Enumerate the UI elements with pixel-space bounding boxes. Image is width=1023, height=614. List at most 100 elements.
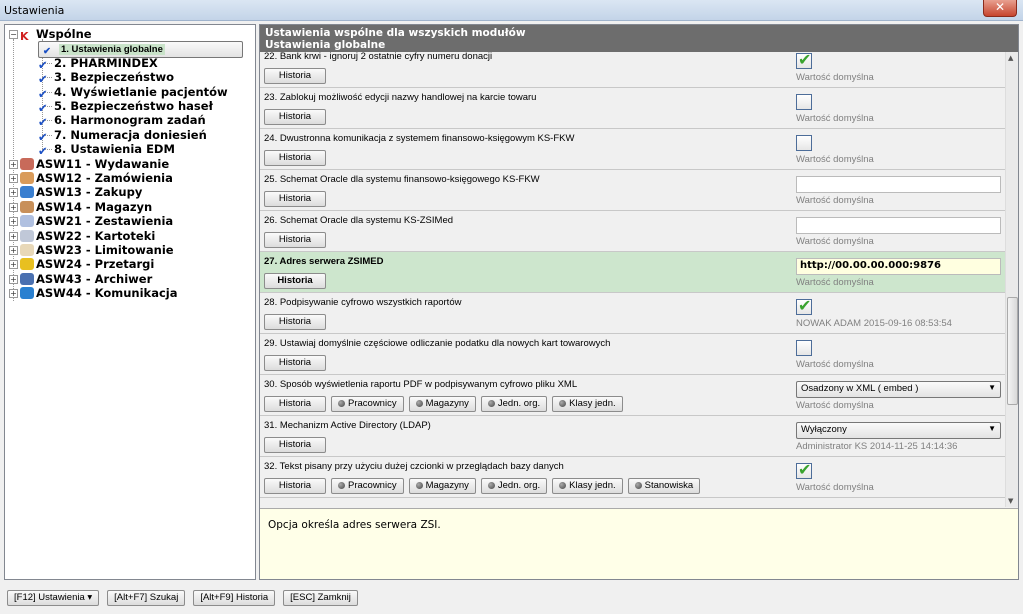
tree-node-module[interactable]: ASW14 - Magazyn <box>20 200 152 214</box>
tree-node-module[interactable]: ASW23 - Limitowanie <box>20 243 174 257</box>
setting-checkbox[interactable]: ✔ <box>796 52 812 69</box>
tree-node-module[interactable]: ASW22 - Kartoteki <box>20 229 155 243</box>
vertical-scrollbar[interactable]: ▲ ▼ <box>1005 52 1018 507</box>
history-button[interactable]: Historia <box>264 150 326 166</box>
tree-node-module[interactable]: ASW13 - Zakupy <box>20 185 142 199</box>
collapse-toggle[interactable]: − <box>9 30 18 39</box>
history-button[interactable]: Historia <box>264 232 326 248</box>
setting-row[interactable]: 31. Mechanizm Active Directory (LDAP) His… <box>260 416 1005 457</box>
expand-toggle[interactable]: + <box>9 246 18 255</box>
tree-node-setting[interactable]: ✔ 6. Harmonogram zadań <box>38 113 206 129</box>
tree-node-module[interactable]: ASW21 - Zestawienia <box>20 214 173 228</box>
footer-button-1[interactable]: [Alt+F7] Szukaj <box>107 590 186 606</box>
footer-button-2[interactable]: [Alt+F9] Historia <box>193 590 276 606</box>
scroll-down-icon[interactable]: ▼ <box>1008 497 1013 505</box>
setting-row[interactable]: 22. Bank krwi - ignoruj 2 ostatnie cyfry… <box>260 52 1005 88</box>
tree-node-setting[interactable]: ✔ 5. Bezpieczeństwo haseł <box>38 99 213 115</box>
expand-toggle[interactable]: + <box>9 217 18 227</box>
close-button[interactable]: ✕ <box>983 0 1017 17</box>
expand-toggle[interactable]: + <box>9 274 18 284</box>
setting-row[interactable]: 28. Podpisywanie cyfrowo wszystkich rapo… <box>260 293 1005 334</box>
setting-row[interactable]: 29. Ustawiaj domyślnie częściowe odlicza… <box>260 334 1005 375</box>
setting-value-source: Wartość domyślna <box>796 72 874 83</box>
expand-toggle[interactable]: + <box>9 159 18 169</box>
history-button[interactable]: Historia <box>264 396 326 412</box>
history-button[interactable]: Historia <box>264 68 326 84</box>
expand-toggle[interactable]: + <box>9 289 18 299</box>
setting-value-source: Wartość domyślna <box>796 482 874 493</box>
history-button[interactable]: Historia <box>264 273 326 289</box>
history-button[interactable]: Historia <box>264 314 326 330</box>
setting-row[interactable]: 27. Adres serwera ZSIMED Historia http://0… <box>260 252 1005 293</box>
setting-row[interactable]: 24. Dwustronna komunikacja z systemem fi… <box>260 129 1005 170</box>
scope-button-klasy-jedn-[interactable]: Klasy jedn. <box>552 478 623 494</box>
setting-dropdown[interactable]: Wyłączony ▼ <box>796 422 1001 439</box>
expand-toggle[interactable]: + <box>9 260 18 270</box>
expand-toggle[interactable]: + <box>9 231 18 241</box>
scope-button-pracownicy[interactable]: Pracownicy <box>331 396 404 412</box>
expand-toggle[interactable]: + <box>9 188 18 198</box>
setting-text-input[interactable]: http://00.00.00.000:9876 <box>796 258 1001 275</box>
setting-row[interactable]: 23. Zablokuj możliwość edycji nazwy hand… <box>260 88 1005 129</box>
checkmark-icon: ✔ <box>798 296 812 315</box>
radio-dot-icon <box>487 482 495 489</box>
checkmark-icon: ✔ <box>798 460 812 479</box>
scope-button-jedn-org-[interactable]: Jedn. org. <box>480 478 548 494</box>
settings-list: 22. Bank krwi - ignoruj 2 ostatnie cyfry… <box>260 52 1005 507</box>
setting-row[interactable]: 32. Tekst pisany przy użyciu dużej czcio… <box>260 457 1005 498</box>
footer-button-3[interactable]: [ESC] Zamknij <box>283 590 358 606</box>
ks-logo-icon: K <box>20 30 29 43</box>
scroll-thumb[interactable] <box>1007 297 1018 405</box>
history-button[interactable]: Historia <box>264 437 326 453</box>
tree-node-setting[interactable]: ✔ 4. Wyświetlanie pacjentów <box>38 85 228 101</box>
scope-button-magazyny[interactable]: Magazyny <box>408 396 476 412</box>
tree-node-setting[interactable]: ✔ 8. Ustawienia EDM <box>38 142 175 158</box>
setting-row[interactable]: 26. Schemat Oracle dla systemu KS-ZSIMed… <box>260 211 1005 252</box>
checkmark-icon: ✔ <box>38 101 48 115</box>
setting-value-source: Wartość domyślna <box>796 400 874 411</box>
tree-node-module[interactable]: ASW11 - Wydawanie <box>20 157 169 171</box>
scroll-up-icon[interactable]: ▲ <box>1008 54 1013 62</box>
scope-button-klasy-jedn-[interactable]: Klasy jedn. <box>552 396 623 412</box>
history-button[interactable]: Historia <box>264 191 326 207</box>
chevron-down-icon: ▼ <box>988 383 996 392</box>
setting-checkbox[interactable] <box>796 94 812 110</box>
panel-header: Ustawienia wspólne dla wszyskich modułów… <box>260 25 1018 52</box>
tree-node-module[interactable]: ASW24 - Przetargi <box>20 257 154 271</box>
setting-buttons: Historia <box>264 150 326 166</box>
history-button[interactable]: Historia <box>264 478 326 494</box>
expand-toggle[interactable]: + <box>9 174 18 183</box>
setting-checkbox[interactable] <box>796 135 812 151</box>
footer-button-0[interactable]: [F12] Ustawienia ▾ <box>7 590 100 606</box>
expand-toggle[interactable]: + <box>9 202 18 212</box>
tree-node-setting[interactable]: ✔ 7. Numeracja doniesień <box>38 128 207 144</box>
setting-text-input[interactable] <box>796 217 1001 234</box>
tree-node-setting[interactable]: ✔ 3. Bezpieczeństwo <box>38 70 174 86</box>
header-title: Ustawienia wspólne dla wszyskich modułów <box>265 27 526 39</box>
setting-buttons: Historia Pracownicy Magazyny Jedn. org. Klas… <box>264 478 701 494</box>
tree-node-wspolne[interactable]: K Wspólne <box>20 27 92 43</box>
tree-node-module[interactable]: ASW44 - Komunikacja <box>20 286 178 300</box>
setting-control <box>796 94 812 110</box>
setting-control <box>796 135 812 151</box>
setting-checkbox[interactable] <box>796 340 812 356</box>
scope-button-magazyny[interactable]: Magazyny <box>408 478 476 494</box>
setting-row[interactable]: 25. Schemat Oracle dla systemu finansowo… <box>260 170 1005 211</box>
setting-checkbox[interactable]: ✔ <box>796 460 812 479</box>
scope-button-jedn-org-[interactable]: Jedn. org. <box>480 396 548 412</box>
setting-text-input[interactable] <box>796 176 1001 193</box>
scope-button-pracownicy[interactable]: Pracownicy <box>331 478 404 494</box>
setting-checkbox[interactable]: ✔ <box>796 296 812 315</box>
setting-dropdown[interactable]: Osadzony w XML ( embed ) ▼ <box>796 381 1001 398</box>
setting-row[interactable]: 30. Sposób wyświetlenia raportu PDF w po… <box>260 375 1005 416</box>
tree-node-module[interactable]: ASW12 - Zamówienia <box>20 171 173 185</box>
tree-node-module[interactable]: ASW43 - Archiwer <box>20 272 152 286</box>
scope-button-stanowiska[interactable]: Stanowiska <box>627 478 701 494</box>
setting-buttons: Historia Pracownicy Magazyny Jedn. org. Klas… <box>264 396 623 412</box>
setting-label: 29. Ustawiaj domyślnie częściowe odlicza… <box>264 338 611 349</box>
setting-value-source: Wartość domyślna <box>796 154 874 165</box>
history-button[interactable]: Historia <box>264 109 326 125</box>
button-label: Klasy jedn. <box>569 398 616 409</box>
history-button[interactable]: Historia <box>264 355 326 371</box>
tree-node-setting[interactable]: ✔ 2. PHARMINDEX <box>38 56 158 72</box>
